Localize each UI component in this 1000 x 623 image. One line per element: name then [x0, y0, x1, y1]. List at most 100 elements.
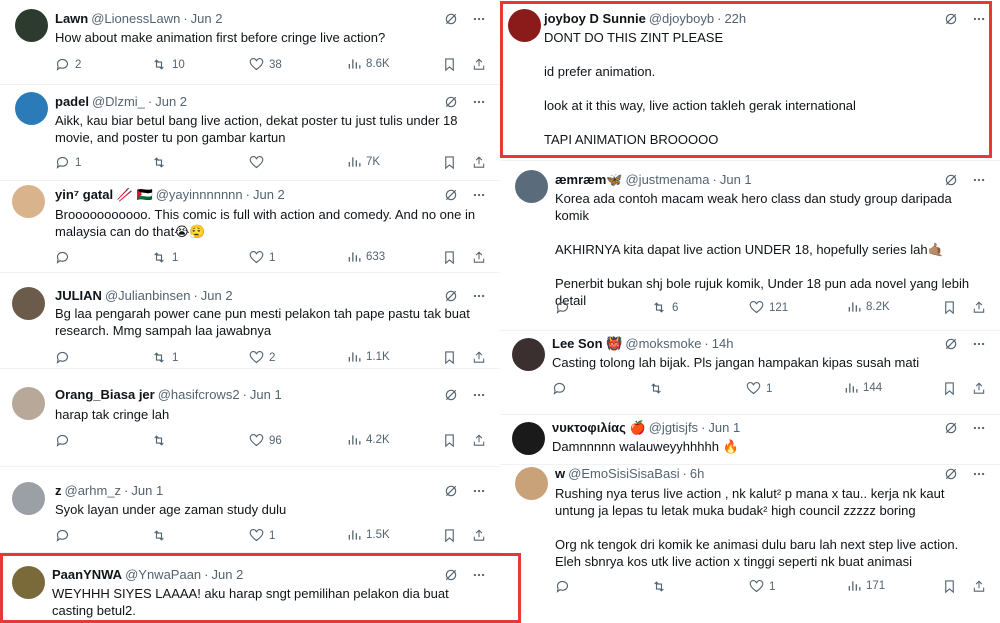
avatar[interactable] — [12, 185, 45, 218]
reply-button[interactable]: 1 — [55, 155, 81, 170]
views-button[interactable]: 1.1K — [347, 350, 390, 364]
avatar[interactable] — [15, 9, 48, 42]
share-button[interactable] — [472, 350, 486, 365]
bookmark-button[interactable] — [943, 300, 956, 315]
more-icon[interactable] — [472, 484, 486, 498]
avatar[interactable] — [12, 387, 45, 420]
views-button[interactable]: 144 — [844, 381, 882, 395]
author-handle[interactable]: @arhm_z — [65, 483, 122, 498]
like-button[interactable]: 96 — [249, 433, 282, 448]
author-name[interactable]: æmræm🦋 — [555, 172, 622, 187]
tweet-date[interactable]: 6h — [690, 466, 704, 481]
reply-button[interactable] — [55, 528, 75, 543]
reply-button[interactable] — [55, 433, 75, 448]
grok-icon[interactable] — [444, 188, 458, 202]
more-icon[interactable] — [972, 337, 986, 351]
more-icon[interactable] — [472, 12, 486, 26]
author-name[interactable]: padel — [55, 94, 89, 109]
reply-button[interactable] — [552, 381, 572, 396]
retweet-button[interactable] — [151, 433, 172, 448]
share-button[interactable] — [472, 57, 486, 72]
tweet-date[interactable]: Jun 2 — [191, 11, 223, 26]
views-button[interactable]: 4.2K — [347, 433, 390, 447]
like-button[interactable]: 1 — [249, 250, 275, 265]
author-name[interactable]: νυκτοφιλίας 🍎 — [552, 420, 646, 435]
avatar[interactable] — [15, 92, 48, 125]
author-handle[interactable]: @Julianbinsen — [105, 288, 190, 303]
views-button[interactable]: 7K — [347, 155, 380, 169]
share-button[interactable] — [472, 528, 486, 543]
more-icon[interactable] — [472, 289, 486, 303]
reply-button[interactable]: 2 — [55, 57, 81, 72]
avatar[interactable] — [512, 338, 545, 371]
avatar[interactable] — [512, 422, 545, 455]
author-name[interactable]: Lee Son 👹 — [552, 336, 622, 351]
grok-icon[interactable] — [944, 421, 958, 435]
share-button[interactable] — [472, 433, 486, 448]
retweet-button[interactable]: 10 — [151, 57, 185, 72]
retweet-button[interactable] — [151, 528, 172, 543]
grok-icon[interactable] — [444, 12, 458, 26]
author-name[interactable]: Lawn — [55, 11, 88, 26]
views-button[interactable]: 8.6K — [347, 57, 390, 71]
author-name[interactable]: w — [555, 466, 565, 481]
views-button[interactable]: 171 — [847, 579, 885, 593]
author-name[interactable]: Orang_Biasa jer — [55, 387, 155, 402]
reply-button[interactable] — [555, 300, 575, 315]
share-button[interactable] — [972, 381, 986, 396]
grok-icon[interactable] — [444, 484, 458, 498]
more-icon[interactable] — [472, 95, 486, 109]
more-icon[interactable] — [972, 467, 986, 481]
tweet-date[interactable]: Jun 2 — [155, 94, 187, 109]
avatar[interactable] — [515, 170, 548, 203]
author-name[interactable]: JULIAN — [55, 288, 102, 303]
author-handle[interactable]: @LionessLawn — [91, 11, 180, 26]
share-button[interactable] — [972, 300, 986, 315]
more-icon[interactable] — [972, 421, 986, 435]
author-handle[interactable]: @hasifcrows2 — [158, 387, 240, 402]
like-button[interactable] — [249, 155, 269, 170]
author-handle[interactable]: @jgtisjfs — [649, 420, 698, 435]
like-button[interactable]: 1 — [249, 528, 275, 543]
tweet-date[interactable]: 14h — [712, 336, 734, 351]
grok-icon[interactable] — [444, 388, 458, 402]
bookmark-button[interactable] — [443, 350, 456, 365]
retweet-button[interactable] — [648, 381, 669, 396]
retweet-button[interactable] — [651, 579, 672, 594]
avatar[interactable] — [12, 287, 45, 320]
grok-icon[interactable] — [944, 467, 958, 481]
share-button[interactable] — [472, 250, 486, 265]
author-handle[interactable]: @justmenama — [625, 172, 709, 187]
share-button[interactable] — [972, 579, 986, 594]
reply-button[interactable] — [55, 250, 75, 265]
tweet-date[interactable]: Jun 1 — [708, 420, 740, 435]
bookmark-button[interactable] — [443, 433, 456, 448]
retweet-button[interactable]: 6 — [651, 300, 678, 315]
bookmark-button[interactable] — [943, 579, 956, 594]
more-icon[interactable] — [472, 388, 486, 402]
author-name[interactable]: z — [55, 483, 62, 498]
author-handle[interactable]: @moksmoke — [625, 336, 701, 351]
avatar[interactable] — [12, 482, 45, 515]
bookmark-button[interactable] — [943, 381, 956, 396]
bookmark-button[interactable] — [443, 528, 456, 543]
reply-button[interactable] — [55, 350, 75, 365]
author-name[interactable]: yin⁷ gatal 🥢 🇵🇸 — [55, 187, 153, 202]
grok-icon[interactable] — [944, 337, 958, 351]
tweet-date[interactable]: Jun 2 — [201, 288, 233, 303]
more-icon[interactable] — [472, 188, 486, 202]
reply-button[interactable] — [555, 579, 575, 594]
avatar[interactable] — [515, 467, 548, 500]
like-button[interactable]: 121 — [749, 300, 788, 315]
grok-icon[interactable] — [444, 95, 458, 109]
like-button[interactable]: 1 — [746, 381, 772, 396]
bookmark-button[interactable] — [443, 155, 456, 170]
bookmark-button[interactable] — [443, 57, 456, 72]
share-button[interactable] — [472, 155, 486, 170]
more-icon[interactable] — [972, 173, 986, 187]
bookmark-button[interactable] — [443, 250, 456, 265]
retweet-button[interactable] — [151, 155, 172, 170]
views-button[interactable]: 8.2K — [847, 300, 890, 314]
like-button[interactable]: 2 — [249, 350, 275, 365]
tweet-date[interactable]: Jun 2 — [253, 187, 285, 202]
